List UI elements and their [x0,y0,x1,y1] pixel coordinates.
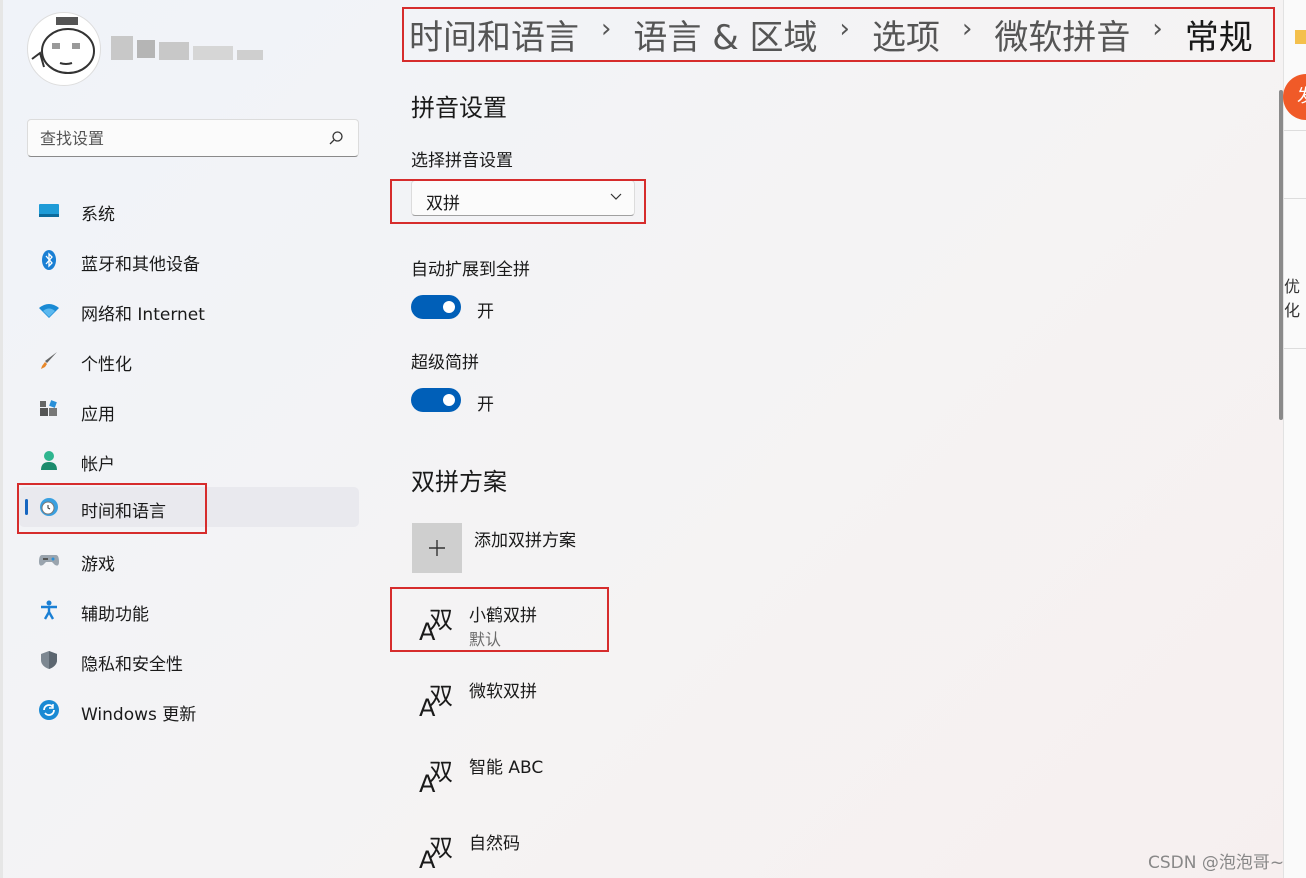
nav-label: 系统 [81,205,115,225]
nav-label: 辅助功能 [81,605,149,625]
nav-label: 个性化 [81,355,132,375]
avatar[interactable] [27,12,101,86]
nav-item-accessibility[interactable]: 辅助功能 [19,590,359,630]
nav-label: 隐私和安全性 [81,655,183,675]
user-name-blurred [111,32,266,66]
gamepad-icon [39,555,59,566]
update-icon [39,700,59,720]
super-jianpin-state: 开 [477,395,494,415]
background-window [1283,0,1306,878]
highlight-box-nav [17,483,207,534]
nav-item-windows-update[interactable]: Windows 更新 [19,690,359,730]
highlight-box-breadcrumb [402,7,1275,62]
super-jianpin-label: 超级简拼 [411,353,479,373]
pinyin-settings-title: 拼音设置 [411,94,507,122]
scheme-item-name[interactable]: 自然码 [469,829,520,854]
settings-window: 系统 蓝牙和其他设备 网络和 Internet 个性化 应用 帐户 时间和语言 … [3,0,1283,878]
select-pinyin-label: 选择拼音设置 [411,151,513,171]
nav-label: 蓝牙和其他设备 [81,255,200,275]
settings-search-box[interactable] [27,119,359,157]
scheme-icon: A双 [419,758,453,798]
toggle-knob [443,301,455,313]
super-jianpin-toggle[interactable] [411,388,461,412]
nav-item-system[interactable]: 系统 [19,190,359,230]
search-icon[interactable] [328,130,344,146]
nav-item-accounts[interactable]: 帐户 [19,440,359,480]
add-scheme-label[interactable]: 添加双拼方案 [474,526,576,551]
watermark: CSDN @泡泡哥~ [1148,853,1285,873]
nav-label: 网络和 Internet [81,305,205,325]
display-icon [39,204,59,217]
divider [1284,348,1306,349]
nav-label: 应用 [81,405,115,425]
nav-label: 帐户 [81,455,115,475]
shuangpin-schemes-title: 双拼方案 [411,468,507,496]
auto-expand-toggle[interactable] [411,295,461,319]
person-icon [41,451,57,470]
accessibility-icon [41,600,57,620]
background-text: 优化 [1284,277,1301,320]
nav-label: Windows 更新 [81,705,197,725]
nav-label: 游戏 [81,555,115,575]
shield-icon [41,651,57,669]
nav-item-bluetooth[interactable]: 蓝牙和其他设备 [19,240,359,280]
nav-item-apps[interactable]: 应用 [19,390,359,430]
auto-expand-label: 自动扩展到全拼 [411,260,530,280]
add-scheme-button[interactable] [412,523,462,573]
divider [1284,198,1306,199]
apps-icon [40,400,57,416]
nav-item-personalization[interactable]: 个性化 [19,340,359,380]
scheme-item-name[interactable]: 智能 ABC [469,753,543,778]
nav-item-gaming[interactable]: 游戏 [19,540,359,580]
divider [1284,130,1306,131]
nav-item-privacy[interactable]: 隐私和安全性 [19,640,359,680]
plus-icon [429,540,445,556]
folder-icon [1295,30,1306,44]
brush-icon [41,352,57,369]
scheme-icon: A双 [419,834,453,874]
scheme-icon: A双 [419,682,453,722]
search-input[interactable] [40,128,320,148]
wifi-icon [39,304,59,318]
toggle-knob [443,394,455,406]
bluetooth-icon [42,250,56,270]
nav-item-network[interactable]: 网络和 Internet [19,290,359,330]
scheme-item-name[interactable]: 微软双拼 [469,677,537,702]
auto-expand-state: 开 [477,302,494,322]
highlight-box-scheme [390,587,609,652]
highlight-box-dropdown [390,179,646,224]
